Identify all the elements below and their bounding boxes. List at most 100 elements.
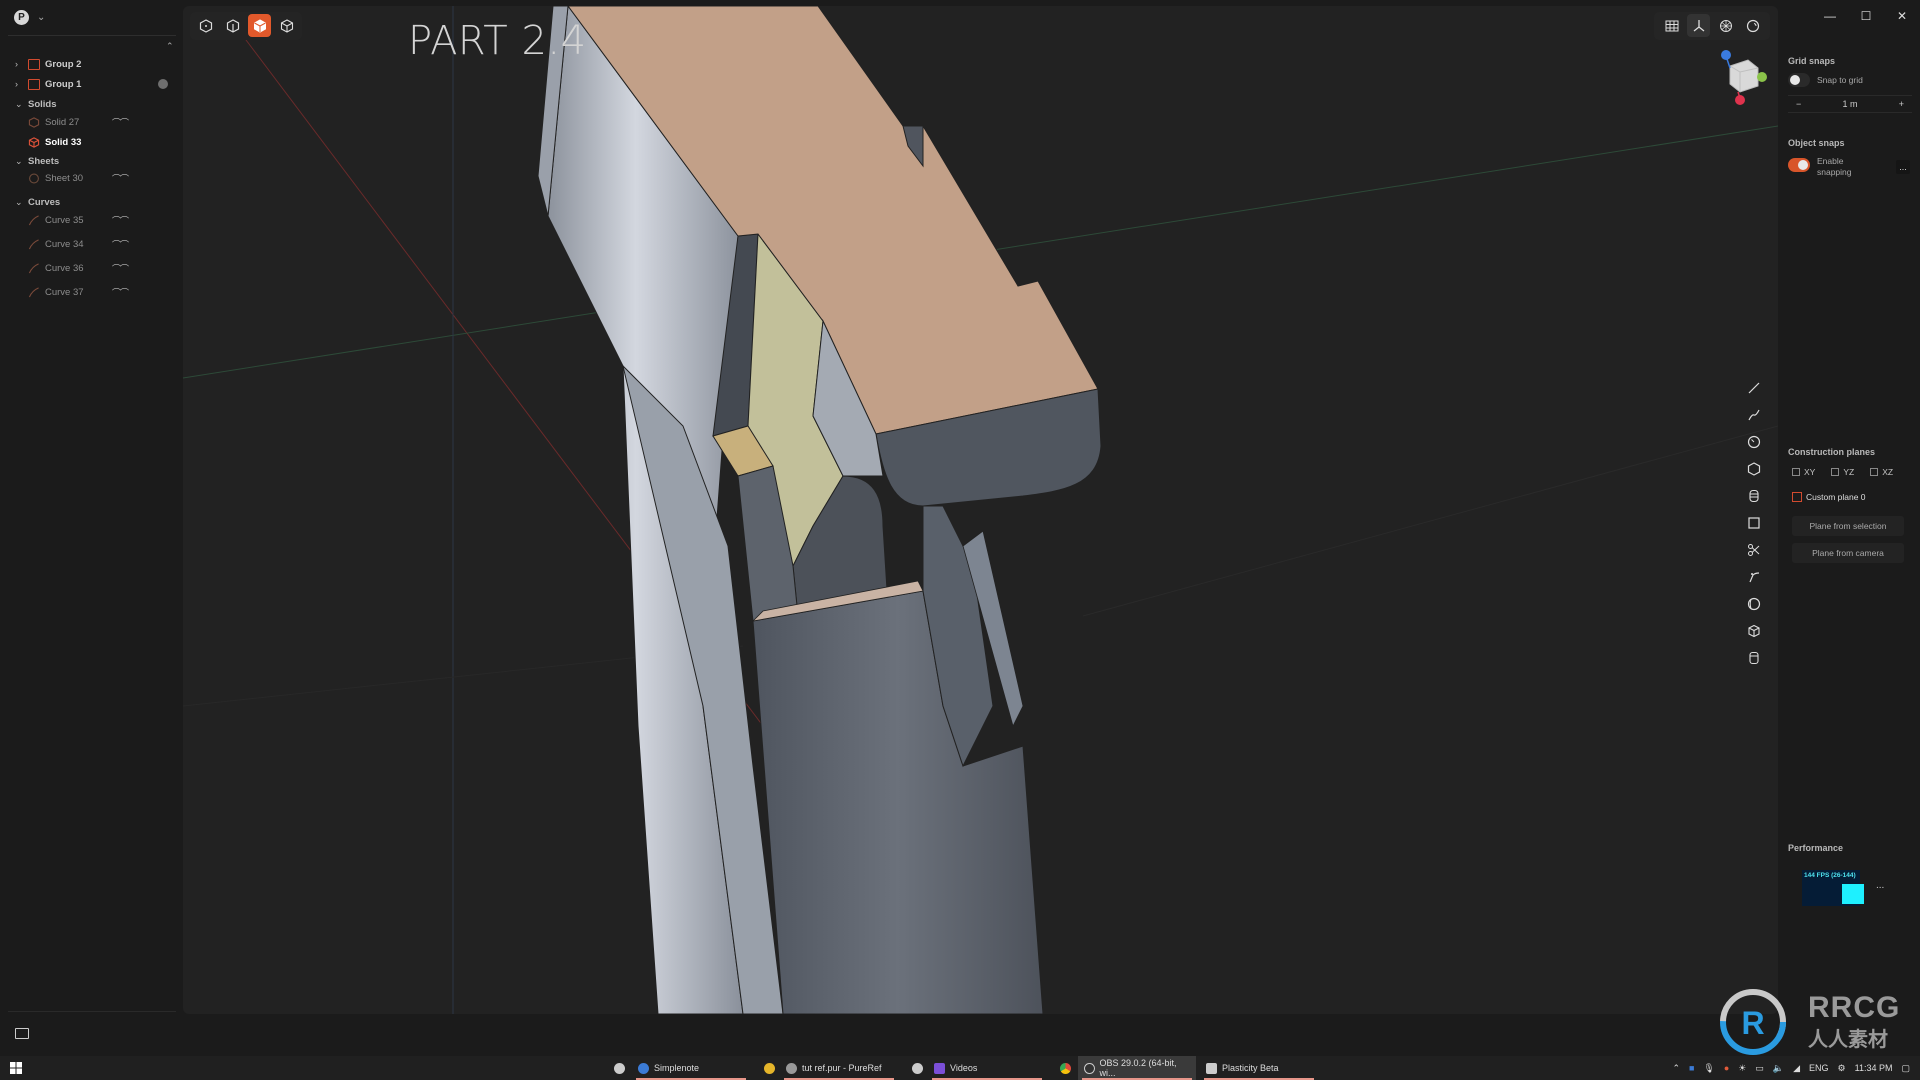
plasticity-window: P ⌄ ⌃ › Group 2 › Group 1 ⌄ Solids Solid… [0,0,1920,1056]
box-tool-button[interactable] [1743,619,1765,642]
cylinder-tool-button[interactable] [1743,646,1765,669]
y-axis-handle [1757,72,1767,82]
app-menu-button[interactable]: P ⌄ [14,10,45,25]
visibility-dot[interactable] [158,79,168,89]
outliner-item-curve-35[interactable]: Curve 35 ⌒⌒ [0,210,181,230]
cut-tool-button[interactable] [1743,538,1765,561]
snap-to-grid-toggle[interactable] [1788,73,1810,87]
taskbar-videos[interactable]: Videos [928,1056,1046,1080]
eye-closed-icon[interactable]: ⌒⌒ [112,286,129,299]
eye-closed-icon[interactable]: ⌒⌒ [112,238,129,251]
tray-overflow-icon[interactable]: ⌃ [1672,1063,1680,1074]
maximize-button[interactable]: ☐ [1848,0,1884,32]
outliner-item-curve-37[interactable]: Curve 37 ⌒⌒ [0,282,181,302]
navigation-cube[interactable] [1718,48,1768,108]
app-logo: P [14,10,29,25]
chevron-down-icon[interactable]: ⌄ [15,99,23,110]
notification-center-icon[interactable]: ▢ [1901,1063,1910,1074]
wifi-icon[interactable]: ◢ [1793,1063,1800,1074]
outliner-item-curve-34[interactable]: Curve 34 ⌒⌒ [0,234,181,254]
control-point-mode-button[interactable] [194,14,217,37]
minimize-button[interactable]: — [1812,0,1848,32]
taskbar-plasticity[interactable]: Plasticity Beta [1200,1056,1318,1080]
eye-closed-icon[interactable]: ⌒⌒ [112,262,129,275]
folder-icon [28,58,40,70]
plane-from-camera-button[interactable]: Plane from camera [1792,543,1904,563]
pureref-icon [786,1062,797,1074]
plane-xy-button[interactable]: XY [1792,467,1815,477]
sphere-tool-button[interactable] [1743,592,1765,615]
outliner-item-curve-36[interactable]: Curve 36 ⌒⌒ [0,258,181,278]
decrement-button[interactable]: − [1796,99,1801,109]
new-group-icon[interactable] [15,1028,29,1039]
app-icon [614,1062,625,1074]
plane-xz-button[interactable]: XZ [1870,467,1893,477]
solid-mode-button[interactable] [275,14,298,37]
axes-toggle-button[interactable] [1687,14,1710,37]
grid-size-stepper: − 1 m + [1788,95,1912,113]
outliner-section-solids[interactable]: ⌄ Solids [0,94,181,114]
curve-tool-button[interactable] [1743,403,1765,426]
taskbar-simplenote[interactable]: Simplenote [632,1056,750,1080]
polygon-tool-button[interactable] [1743,457,1765,480]
chevron-right-icon[interactable]: › [15,59,18,69]
snap-options-more-button[interactable]: ... [1896,160,1910,174]
eye-closed-icon[interactable]: ⌒⌒ [112,214,129,227]
outliner-section-curves[interactable]: ⌄ Curves [0,192,181,212]
outliner-item-solid-33[interactable]: Solid 33 [0,132,181,152]
close-button[interactable]: ✕ [1884,0,1920,32]
taskbar-app[interactable] [608,1056,631,1080]
microphone-icon[interactable]: 🎙 [1703,1063,1714,1074]
taskbar-chat[interactable] [906,1056,929,1080]
section-label: Solids [28,98,57,110]
circle-tool-button[interactable] [1743,430,1765,453]
svg-text:R: R [1741,1005,1764,1041]
outliner-item-solid-27[interactable]: Solid 27 ⌒⌒ [0,112,181,132]
fillet-curve-tool-button[interactable] [1743,565,1765,588]
clock[interactable]: 11:34 PM [1855,1063,1893,1073]
eye-closed-icon[interactable]: ⌒⌒ [112,172,129,185]
outliner-item-group-1[interactable]: › Group 1 [0,74,181,94]
xray-toggle-button[interactable] [1741,14,1764,37]
performance-more-button[interactable]: ... [1876,880,1884,891]
brightness-icon[interactable]: ☀ [1738,1063,1746,1074]
taskbar-gdrive[interactable] [758,1056,781,1080]
taskbar-pureref[interactable]: tut ref.pur - PureRef [780,1056,898,1080]
edge-mode-button[interactable] [221,14,244,37]
volume-icon[interactable]: 🔈 [1773,1063,1784,1074]
grid-size-value[interactable]: 1 m [1842,99,1857,109]
outliner-item-label: Curve 36 [45,262,84,274]
color-app-icon[interactable]: ● [1724,1063,1729,1073]
line-tool-button[interactable] [1743,376,1765,399]
defender-icon[interactable]: ■ [1689,1063,1694,1073]
settings-icon[interactable]: ⚙ [1838,1063,1846,1074]
grid-toggle-button[interactable] [1660,14,1683,37]
chevron-down-icon[interactable]: ⌄ [15,156,23,167]
rectangle-tool-button[interactable] [1743,511,1765,534]
taskbar-obs[interactable]: OBS 29.0.2 (64-bit, wi... [1078,1056,1196,1080]
language-indicator[interactable]: ENG [1809,1063,1829,1073]
hexagon-face-icon [253,18,266,33]
plane-yz-button[interactable]: YZ [1831,467,1854,477]
enable-snapping-toggle[interactable] [1788,158,1810,172]
collapse-all-button[interactable]: ⌃ [166,41,174,52]
custom-plane-item[interactable]: Custom plane 0 [1792,492,1866,502]
battery-icon[interactable]: ▭ [1755,1063,1764,1074]
taskbar-chrome[interactable] [1054,1056,1077,1080]
creation-toolbar [1743,376,1769,669]
chevron-right-icon[interactable]: › [15,79,18,89]
outliner-item-sheet-30[interactable]: Sheet 30 ⌒⌒ [0,168,181,188]
start-button[interactable] [4,1056,28,1080]
outliner-item-group-2[interactable]: › Group 2 [0,54,181,74]
object-snaps-heading: Object snaps [1788,138,1845,148]
render-mode-button[interactable] [1714,14,1737,37]
chevron-down-icon[interactable]: ⌄ [15,197,23,208]
square-icon [1748,516,1760,529]
spiral-tool-button[interactable] [1743,484,1765,507]
increment-button[interactable]: + [1899,99,1904,109]
3d-viewport[interactable]: PART 2.4 [183,6,1778,1014]
face-mode-button[interactable] [248,14,271,37]
plane-from-selection-button[interactable]: Plane from selection [1792,516,1904,536]
eye-closed-icon[interactable]: ⌒⌒ [112,116,129,129]
3d-scene[interactable] [183,6,1778,1014]
